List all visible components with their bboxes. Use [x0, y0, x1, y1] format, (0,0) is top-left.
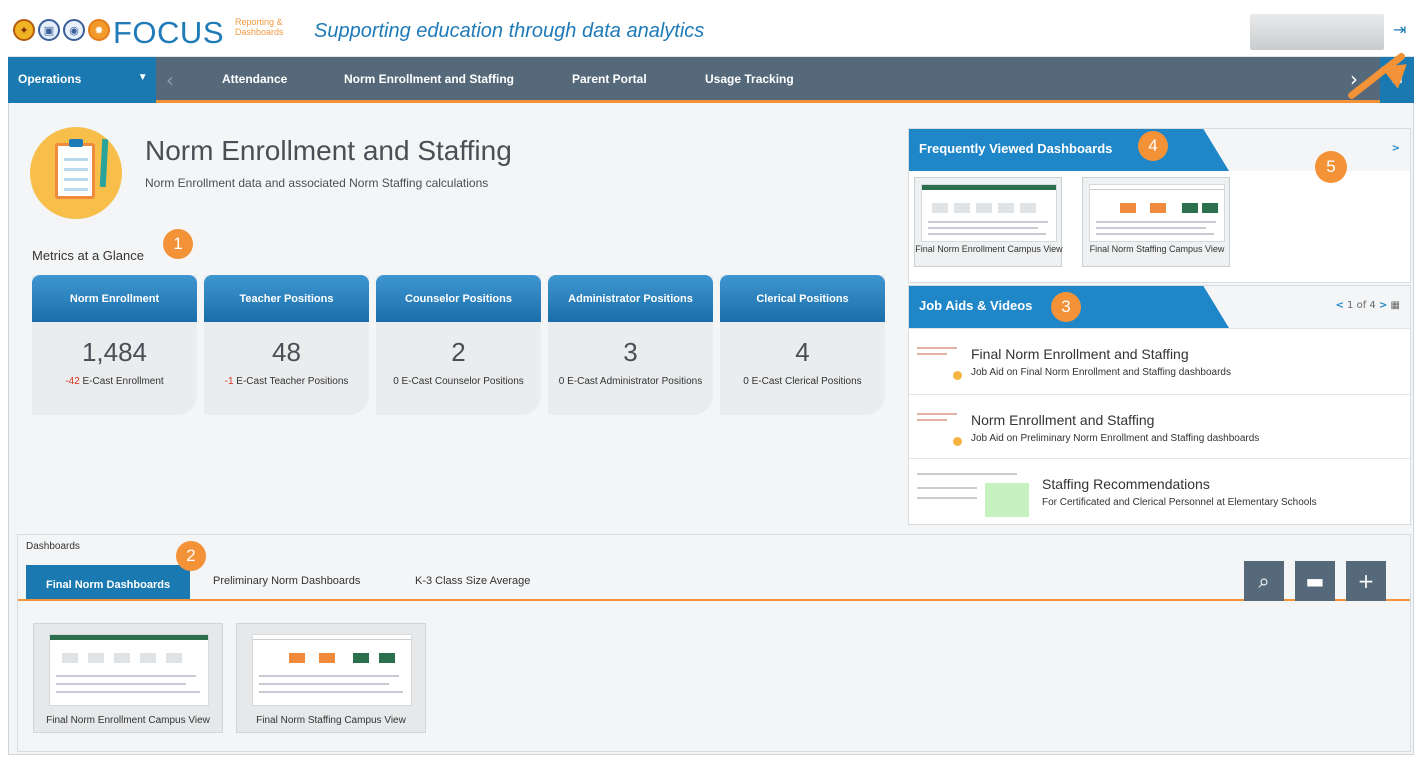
metric-title: Counselor Positions [376, 275, 541, 322]
tab-preliminary-norm[interactable]: Preliminary Norm Dashboards [203, 569, 370, 593]
dashboard-thumb-caption: Final Norm Staffing Campus View [256, 715, 406, 726]
tagline: Supporting education through data analyt… [314, 20, 705, 42]
job-aid-desc: For Certificated and Clerical Personnel … [1042, 497, 1317, 508]
metric-title: Teacher Positions [204, 275, 369, 322]
panel-pager[interactable]: > [1392, 143, 1400, 154]
metric-note: 0 E-Cast Clerical Positions [720, 376, 885, 387]
thumbnail-image [1089, 184, 1225, 242]
app-header: ✦ ▣ ◉ ✸ FOCUS Reporting & Dashboards Sup… [8, 5, 1414, 57]
dashboards-section: Dashboards Final Norm Dashboards Prelimi… [17, 534, 1411, 752]
metric-card-norm-enrollment: Norm Enrollment 1,484 -42 E-Cast Enrollm… [32, 275, 197, 415]
metric-delta: -1 [224, 376, 234, 387]
metric-note: 0 E-Cast Administrator Positions [548, 376, 713, 387]
nav-item-usage-tracking[interactable]: Usage Tracking [705, 72, 794, 103]
folder-icon[interactable]: ▬ [1295, 561, 1335, 601]
metric-note: 0 E-Cast Counselor Positions [376, 376, 541, 387]
callout-badge-1: 1 [163, 229, 193, 259]
metric-value: 2 [451, 337, 466, 367]
metric-note-text: E-Cast Clerical Positions [751, 376, 862, 387]
grid-icon[interactable]: ▦ [1391, 300, 1400, 311]
pager-text: 1 of 4 [1347, 300, 1376, 311]
section-dropdown[interactable]: Operations ▼ [8, 57, 156, 103]
metric-card-clerical-positions: Clerical Positions 4 0 E-Cast Clerical P… [720, 275, 885, 415]
job-aid-thumbnail [915, 467, 1031, 519]
metric-note-text: E-Cast Counselor Positions [401, 376, 524, 387]
dashboard-thumb-caption: Final Norm Enrollment Campus View [46, 715, 210, 726]
job-aid-desc: Job Aid on Preliminary Norm Enrollment a… [971, 433, 1260, 444]
metric-card-administrator-positions: Administrator Positions 3 0 E-Cast Admin… [548, 275, 713, 415]
dashboards-tabs: Final Norm Dashboards Preliminary Norm D… [18, 561, 1410, 601]
thumbnail-image [921, 184, 1057, 242]
metric-title: Administrator Positions [548, 275, 713, 322]
logout-icon[interactable]: ⇥ [1393, 20, 1411, 39]
job-aid-item[interactable]: Norm Enrollment and Staffing Job Aid on … [909, 394, 1410, 458]
nav-item-attendance[interactable]: Attendance [222, 72, 287, 103]
district-seal-icon: ✦ [13, 19, 35, 41]
job-aid-item[interactable]: Final Norm Enrollment and Staffing Job A… [909, 328, 1410, 394]
page-subtitle: Norm Enrollment data and associated Norm… [145, 176, 489, 190]
job-aid-title: Final Norm Enrollment and Staffing [971, 346, 1189, 362]
metric-value: 3 [623, 337, 638, 367]
job-aid-title: Norm Enrollment and Staffing [971, 412, 1155, 428]
metric-value: 48 [272, 337, 301, 367]
nav-item-norm-enrollment[interactable]: Norm Enrollment and Staffing [344, 72, 515, 103]
callout-badge-4: 4 [1138, 131, 1168, 161]
bus-logo-icon: ▣ [38, 19, 60, 41]
dashboard-thumb-staffing[interactable]: Final Norm Staffing Campus View [236, 623, 426, 733]
callout-badge-5: 5 [1315, 151, 1347, 183]
hands-logo-icon: ◉ [63, 19, 85, 41]
metric-note-text: E-Cast Enrollment [82, 376, 164, 387]
metrics-heading: Metrics at a Glance [32, 248, 144, 263]
panel-pager[interactable]: < 1 of 4 > ▦ [1335, 300, 1400, 311]
tab-final-norm[interactable]: Final Norm Dashboards [26, 565, 191, 599]
dashboards-label: Dashboards [26, 541, 80, 552]
metric-title: Norm Enrollment [32, 275, 197, 322]
dashboard-thumb-enrollment[interactable]: Final Norm Enrollment Campus View [33, 623, 223, 733]
clipboard-icon [30, 127, 122, 219]
add-dashboard-icon[interactable]: + [1346, 561, 1386, 601]
brand-name: FOCUS [113, 15, 224, 50]
metric-delta: 0 [558, 376, 565, 387]
job-aid-desc: Job Aid on Final Norm Enrollment and Sta… [971, 367, 1231, 378]
callout-badge-2: 2 [176, 541, 206, 571]
metric-delta: 0 [393, 376, 399, 387]
job-aids-panel: Job Aids & Videos < 1 of 4 > ▦ Final Nor… [908, 285, 1411, 525]
metric-card-counselor-positions: Counselor Positions 2 0 E-Cast Counselor… [376, 275, 541, 415]
metric-value: 1,484 [81, 337, 148, 367]
metric-note: -1 E-Cast Teacher Positions [204, 376, 369, 387]
job-aid-title: Staffing Recommendations [1042, 476, 1210, 492]
user-profile[interactable] [1250, 14, 1384, 50]
page-title: Norm Enrollment and Staffing [145, 135, 512, 166]
panel-title: Frequently Viewed Dashboards [909, 129, 1229, 171]
metric-title: Clerical Positions [720, 275, 885, 322]
thumb-caption: Final Norm Staffing Campus View [1089, 244, 1225, 254]
panel-header: Job Aids & Videos < 1 of 4 > ▦ [909, 286, 1410, 328]
callout-badge-3: 3 [1051, 292, 1081, 322]
metric-value: 4 [795, 337, 810, 367]
job-aid-thumbnail [915, 403, 965, 455]
metric-delta: -42 [65, 376, 80, 387]
thumbnail-image [49, 634, 209, 706]
metric-note-text: E-Cast Administrator Positions [567, 376, 703, 387]
metric-note: -42 E-Cast Enrollment [32, 376, 197, 387]
thumbnail-image [252, 634, 412, 706]
metric-delta: 0 [743, 376, 749, 387]
frequent-thumb-staffing[interactable]: Final Norm Staffing Campus View [1082, 177, 1230, 267]
metric-note-text: E-Cast Teacher Positions [236, 376, 349, 387]
partner-logos: ✦ ▣ ◉ ✸ [13, 19, 110, 41]
frequent-thumb-enrollment[interactable]: Final Norm Enrollment Campus View [914, 177, 1063, 267]
thumb-caption: Final Norm Enrollment Campus View [915, 244, 1063, 254]
main-nav: Operations ▼ ‹ Attendance Norm Enrollmen… [8, 57, 1414, 103]
job-aid-item[interactable]: Staffing Recommendations For Certificate… [909, 458, 1410, 524]
metric-card-teacher-positions: Teacher Positions 48 -1 E-Cast Teacher P… [204, 275, 369, 415]
brand-subtitle: Reporting & Dashboards [235, 17, 284, 37]
nav-prev-icon[interactable]: ‹ [166, 68, 174, 92]
job-aid-thumbnail [915, 337, 965, 389]
tab-k3-class-size[interactable]: K-3 Class Size Average [405, 569, 540, 593]
chevron-down-icon: ▼ [137, 72, 156, 83]
nav-item-parent-portal[interactable]: Parent Portal [572, 72, 647, 103]
graduation-logo-icon: ✸ [88, 19, 110, 41]
search-dashboard-icon[interactable]: ⌕ [1244, 561, 1284, 601]
section-dropdown-label: Operations [18, 72, 82, 86]
